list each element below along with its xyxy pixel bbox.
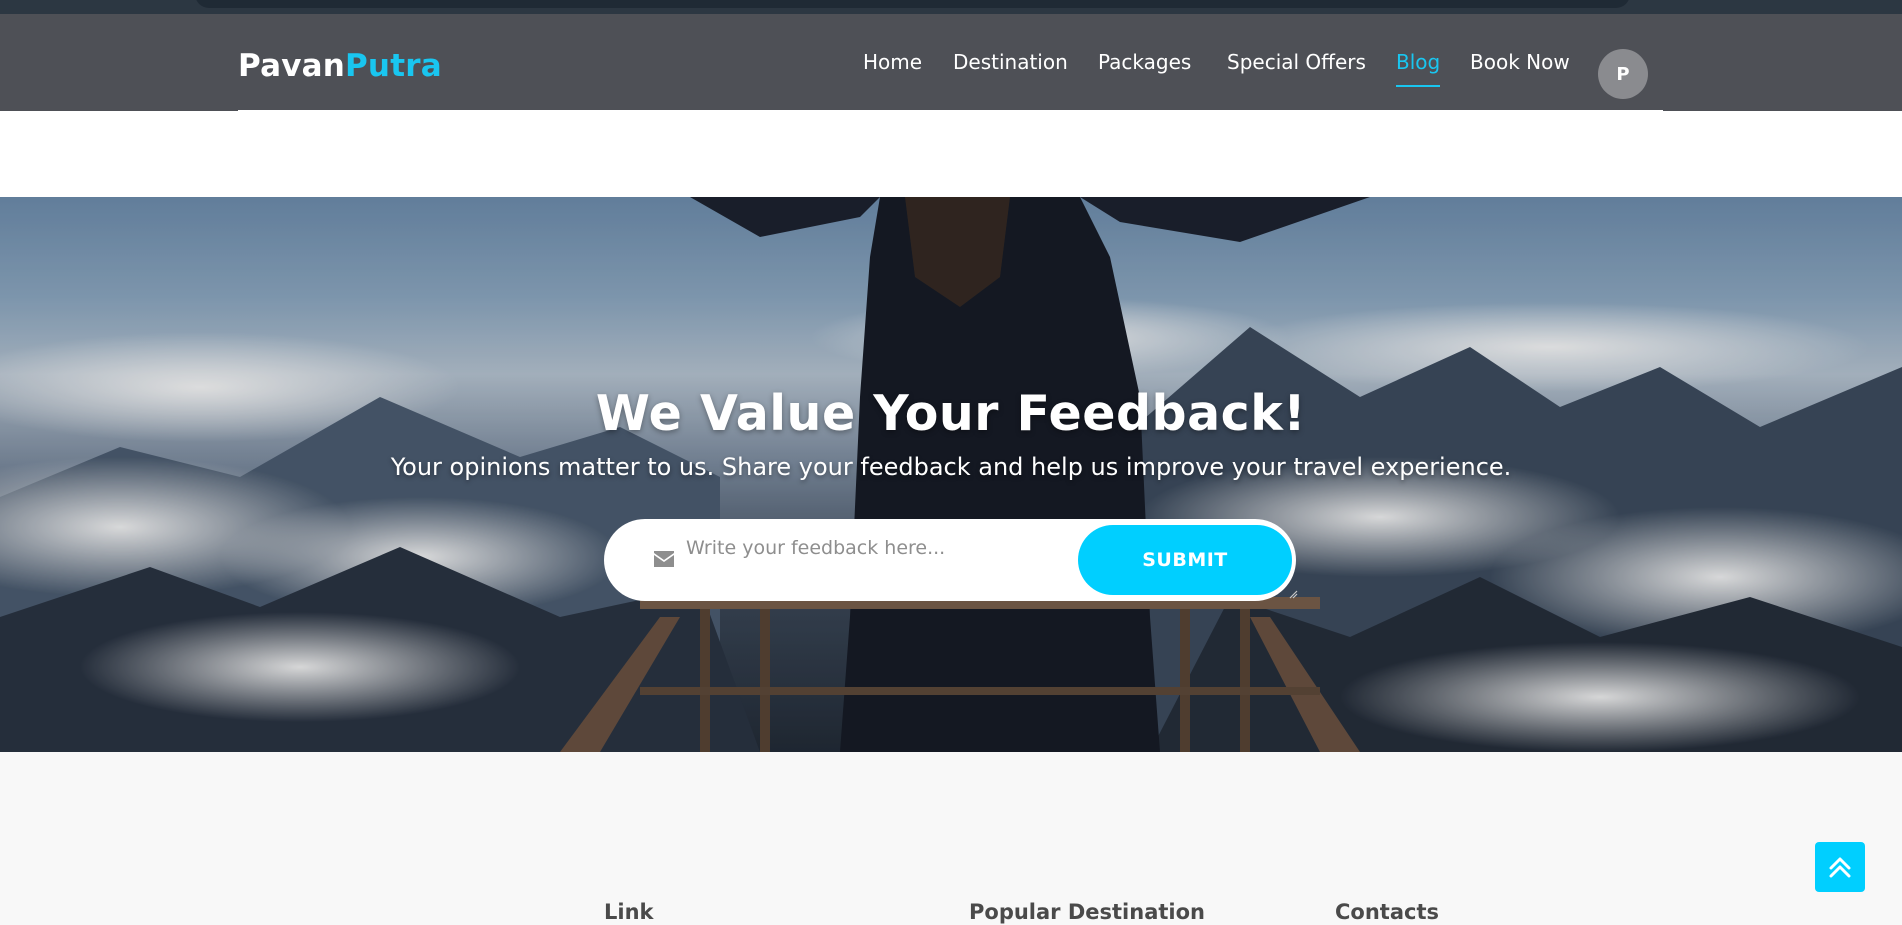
navbar: PavanPutra Home Destination Packages Spe… [0,14,1902,112]
footer-heading-popular-destination: Popular Destination [969,900,1205,924]
footer-heading-link: Link [604,900,654,924]
nav-destination[interactable]: Destination [953,50,1068,74]
scroll-to-top-button[interactable] [1815,842,1865,892]
nav-special-offers[interactable]: Special Offers [1227,50,1366,74]
brand-part-1: Pavan [238,48,346,84]
feedback-hero: We Value Your Feedback! Your opinions ma… [0,197,1902,752]
hero-subtitle: Your opinions matter to us. Share your f… [390,453,1512,481]
submit-button[interactable]: SUBMIT [1078,525,1292,595]
feedback-input[interactable] [684,527,1078,569]
top-strip [0,0,1902,14]
footer: Link Popular Destination Contacts [0,752,1902,925]
user-avatar[interactable]: P [1598,49,1648,99]
top-search-bar-edge [195,0,1630,8]
brand-part-2: Putra [345,48,442,84]
nav-blog[interactable]: Blog [1396,50,1441,87]
double-chevron-up-icon [1829,857,1851,878]
feedback-form: SUBMIT [604,519,1298,601]
hero-title: We Value Your Feedback! [595,384,1307,442]
brand-logo[interactable]: PavanPutra [238,48,442,84]
nav-home[interactable]: Home [863,50,922,74]
resize-grip-icon [1289,590,1298,599]
nav-packages[interactable]: Packages [1098,50,1191,74]
envelope-icon [654,551,674,567]
nav-book-now[interactable]: Book Now [1470,50,1570,74]
footer-heading-contacts: Contacts [1335,900,1439,924]
navbar-divider [238,110,1663,112]
